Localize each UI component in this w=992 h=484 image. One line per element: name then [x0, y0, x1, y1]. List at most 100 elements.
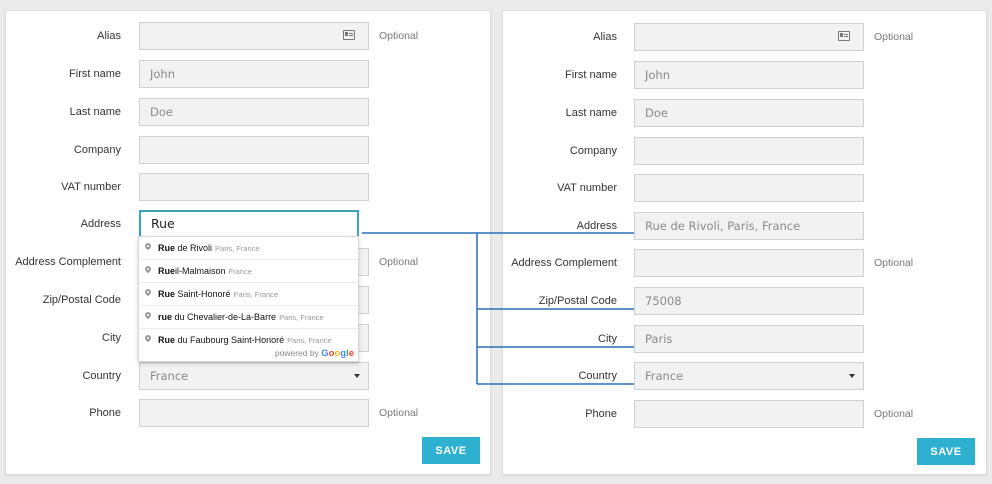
city-label: City	[598, 333, 617, 345]
company-input[interactable]	[139, 136, 369, 164]
suggestion-secondary: Paris, France	[287, 336, 332, 345]
suggestion-match: Rue	[158, 335, 176, 345]
first-name-row: First name John	[503, 61, 986, 89]
powered-by-text: powered by	[274, 348, 319, 358]
map-pin-icon	[143, 333, 153, 343]
country-value: France	[645, 369, 684, 383]
save-button-right[interactable]: SAVE	[917, 438, 975, 465]
address-label: Address	[80, 218, 121, 230]
company-row: Company	[503, 137, 986, 165]
country-row: Country France	[6, 362, 490, 390]
country-label: Country	[82, 370, 121, 382]
caret-down-icon	[849, 374, 855, 378]
phone-label: Phone	[89, 407, 121, 419]
zip-label: Zip/Postal Code	[42, 294, 121, 306]
company-label: Company	[73, 144, 121, 156]
vat-number-input[interactable]	[634, 174, 864, 202]
map-pin-icon	[143, 310, 153, 320]
save-button-left[interactable]: SAVE	[422, 437, 480, 464]
suggestion-secondary: Paris, France	[233, 290, 279, 299]
alias-input[interactable]	[634, 23, 864, 51]
address-complement-optional-label: Optional	[379, 256, 419, 268]
address-row: Address Rue de Rivoli, Paris, France	[503, 212, 986, 240]
zip-row: Zip/Postal Code 75008	[503, 287, 986, 315]
zip-input[interactable]: 75008	[634, 287, 864, 315]
suggestion-secondary: Paris, France	[215, 244, 260, 253]
address-complement-label: Address Complement	[15, 256, 121, 268]
google-logo: Google	[321, 348, 354, 359]
suggestion-match: Rue	[158, 289, 176, 299]
company-label: Company	[569, 145, 617, 157]
address-autocomplete-dropdown: Rue de Rivoli Paris, France Rueil-Malmais…	[138, 236, 359, 362]
phone-input[interactable]	[634, 400, 864, 428]
phone-optional-label: Optional	[379, 407, 419, 419]
phone-row: Phone Optional	[6, 399, 490, 427]
country-value: France	[150, 369, 189, 383]
address-row: Address Rue	[6, 210, 490, 238]
last-name-input[interactable]: Doe	[634, 99, 864, 127]
suggestion-rest: du Faubourg Saint-Honoré	[175, 335, 285, 345]
vat-number-row: VAT number	[503, 174, 986, 202]
address-complement-row: Address Complement Optional	[503, 249, 986, 277]
map-pin-icon	[143, 241, 153, 251]
suggestion-rest: Saint-Honoré	[175, 289, 231, 299]
company-row: Company	[6, 136, 490, 164]
city-label: City	[102, 332, 121, 344]
city-row: City Paris	[503, 325, 986, 353]
phone-row: Phone Optional	[503, 400, 986, 428]
last-name-input[interactable]: Doe	[139, 98, 369, 126]
suggestion-rest: du Chevalier-de-La-Barre	[172, 312, 277, 322]
address-form-right: Alias Optional First name John Last name…	[502, 10, 987, 475]
alias-optional-label: Optional	[874, 31, 914, 43]
address-input[interactable]: Rue de Rivoli, Paris, France	[634, 212, 864, 240]
last-name-label: Last name	[69, 106, 121, 118]
zip-label: Zip/Postal Code	[538, 295, 617, 307]
vat-number-input[interactable]	[139, 173, 369, 201]
contact-card-icon	[838, 31, 850, 41]
vat-number-label: VAT number	[61, 181, 121, 193]
suggestion-rest: de Rivoli	[175, 243, 213, 253]
suggestion-match: Rue	[158, 266, 176, 276]
phone-label: Phone	[585, 408, 617, 420]
company-input[interactable]	[634, 137, 864, 165]
alias-input[interactable]	[139, 22, 369, 50]
first-name-input[interactable]: John	[634, 61, 864, 89]
map-pin-icon	[143, 287, 153, 297]
last-name-row: Last name Doe	[6, 98, 490, 126]
first-name-input[interactable]: John	[139, 60, 369, 88]
first-name-label: First name	[69, 68, 121, 80]
country-select[interactable]: France	[139, 362, 369, 390]
suggestion-secondary: France	[228, 267, 252, 276]
alias-label: Alias	[97, 30, 121, 42]
suggestion-item[interactable]: Rue de Rivoli Paris, France	[139, 237, 358, 260]
suggestion-match: rue	[158, 312, 173, 322]
suggestion-item[interactable]: Rueil-Malmaison France	[139, 260, 358, 283]
address-input-active[interactable]: Rue	[139, 210, 359, 238]
last-name-row: Last name Doe	[503, 99, 986, 127]
suggestion-item[interactable]: Rue Saint-Honoré Paris, France	[139, 283, 358, 306]
address-complement-optional-label: Optional	[874, 257, 914, 269]
country-row: Country France	[503, 362, 986, 390]
vat-number-label: VAT number	[557, 182, 617, 194]
suggestion-secondary: Paris, France	[279, 313, 324, 322]
first-name-label: First name	[565, 69, 617, 81]
alias-label: Alias	[593, 31, 617, 43]
suggestion-match: Rue	[158, 243, 176, 253]
alias-row: Alias Optional	[6, 22, 490, 50]
vat-number-row: VAT number	[6, 173, 490, 201]
caret-down-icon	[354, 374, 360, 378]
contact-card-icon	[343, 30, 355, 40]
country-label: Country	[578, 370, 617, 382]
suggestion-item[interactable]: rue du Chevalier-de-La-Barre Paris, Franc…	[139, 306, 358, 329]
address-label: Address	[576, 220, 617, 232]
powered-by-google: powered by Google	[275, 348, 354, 359]
country-select[interactable]: France	[634, 362, 864, 390]
first-name-row: First name John	[6, 60, 490, 88]
map-pin-icon	[143, 264, 153, 274]
address-complement-input[interactable]	[634, 249, 864, 277]
last-name-label: Last name	[565, 107, 617, 119]
city-input[interactable]: Paris	[634, 325, 864, 353]
phone-input[interactable]	[139, 399, 369, 427]
address-complement-label: Address Complement	[511, 257, 617, 269]
alias-row: Alias Optional	[503, 23, 986, 51]
